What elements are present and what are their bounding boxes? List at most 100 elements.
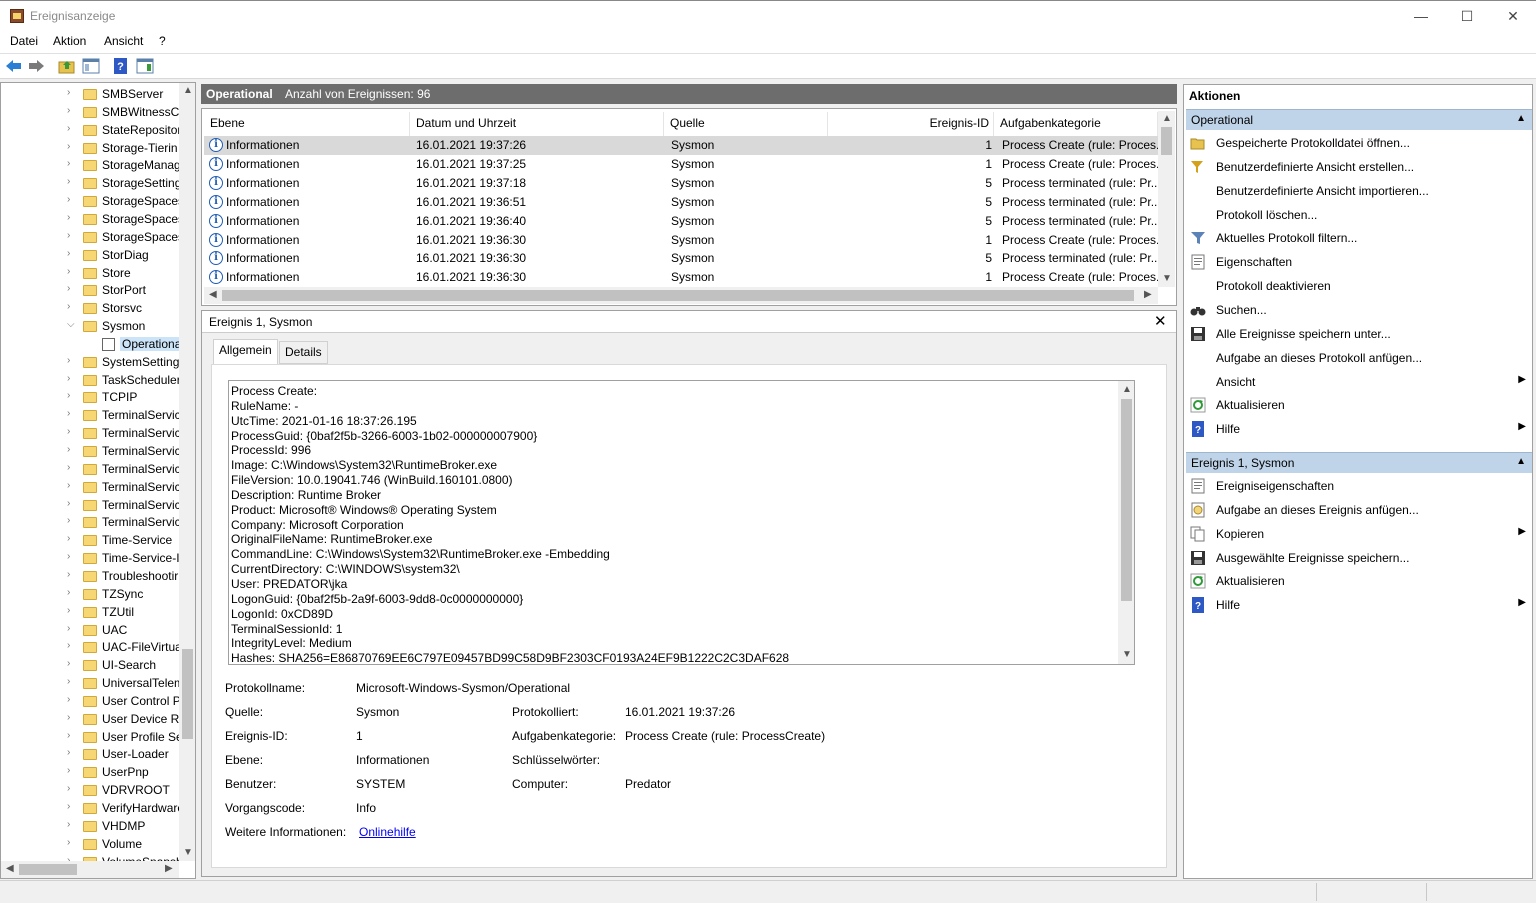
tree-item[interactable]: › UserPnp [1, 763, 179, 781]
chevron-right-icon[interactable]: › [67, 783, 75, 794]
chevron-right-icon[interactable]: › [67, 408, 75, 419]
chevron-right-icon[interactable]: › [67, 605, 75, 616]
event-row[interactable]: i Informationen 16.01.2021 19:37:26 Sysmon 1… [204, 136, 1158, 155]
menu-help[interactable]: ? [159, 34, 166, 48]
tree-item[interactable]: › SystemSetting [1, 353, 179, 371]
chevron-right-icon[interactable]: › [67, 194, 75, 205]
events-table[interactable]: Ebene Datum und Uhrzeit Quelle Ereignis-… [201, 108, 1177, 306]
chevron-right-icon[interactable]: › [67, 515, 75, 526]
scroll-thumb[interactable] [1161, 127, 1172, 155]
chevron-right-icon[interactable]: › [67, 462, 75, 473]
tree-item[interactable]: › TerminalServic [1, 513, 179, 531]
event-row[interactable]: i Informationen 16.01.2021 19:36:30 Sysmon 1… [204, 231, 1158, 250]
scroll-thumb[interactable] [19, 864, 77, 875]
chevron-right-icon[interactable]: › [67, 158, 75, 169]
chevron-right-icon[interactable]: › [67, 819, 75, 830]
scroll-down-icon[interactable]: ▼ [183, 847, 193, 858]
action-item[interactable]: Aufgabe an dieses Protokoll anfügen... [1186, 347, 1532, 369]
chevron-right-icon[interactable]: › [67, 176, 75, 187]
column-header-source[interactable]: Quelle [664, 112, 828, 136]
action-item[interactable]: Suchen... [1186, 299, 1532, 321]
collapse-icon[interactable]: ▲ [1516, 113, 1526, 124]
scroll-thumb[interactable] [182, 649, 193, 739]
tree-item[interactable]: › SMBWitnessCl [1, 103, 179, 121]
column-header-date[interactable]: Datum und Uhrzeit [410, 112, 664, 136]
tree-item[interactable]: › StorageSetting [1, 174, 179, 192]
event-row[interactable]: i Informationen 16.01.2021 19:37:18 Sysmon 5… [204, 174, 1158, 193]
chevron-right-icon[interactable]: › [67, 551, 75, 562]
chevron-right-icon[interactable]: › [67, 533, 75, 544]
menu-datei[interactable]: Datei [10, 34, 38, 48]
navigation-tree[interactable]: › SMBServer › SMBWitnessCl › StateRepositor › S… [0, 82, 196, 879]
tree-item[interactable]: › VerifyHardware [1, 799, 179, 817]
tree-item[interactable]: › User Profile Se [1, 728, 179, 746]
actions-section-operational[interactable]: Operational ▲ [1186, 109, 1532, 130]
tree-item[interactable]: › Storage-Tierin [1, 139, 179, 157]
action-item[interactable]: ? Hilfe ▶ [1186, 594, 1532, 616]
chevron-right-icon[interactable]: › [67, 640, 75, 651]
chevron-right-icon[interactable]: › [67, 87, 75, 98]
chevron-right-icon[interactable]: › [67, 694, 75, 705]
tree-item[interactable]: › User-Loader [1, 745, 179, 763]
tree-item[interactable]: › TerminalServic [1, 478, 179, 496]
scroll-thumb[interactable] [1121, 399, 1132, 601]
chevron-right-icon[interactable]: › [67, 765, 75, 776]
chevron-right-icon[interactable]: › [67, 283, 75, 294]
chevron-right-icon[interactable]: › [67, 730, 75, 741]
tree-item[interactable]: › UI-Search [1, 656, 179, 674]
minimize-button[interactable]: — [1398, 1, 1444, 31]
chevron-right-icon[interactable]: › [67, 426, 75, 437]
action-item[interactable]: Protokoll deaktivieren [1186, 275, 1532, 297]
column-header-level[interactable]: Ebene [204, 112, 410, 136]
tree-item[interactable]: › StorPort [1, 281, 179, 299]
tab-details[interactable]: Details [279, 341, 328, 364]
action-item[interactable]: Alle Ereignisse speichern unter... [1186, 323, 1532, 345]
close-button[interactable]: ✕ [1490, 1, 1536, 31]
chevron-right-icon[interactable]: › [67, 658, 75, 669]
chevron-right-icon[interactable]: › [67, 569, 75, 580]
tree-item[interactable]: › UAC-FileVirtua [1, 638, 179, 656]
chevron-right-icon[interactable]: › [67, 444, 75, 455]
tree-item[interactable]: Operational [1, 335, 179, 353]
chevron-right-icon[interactable]: › [67, 212, 75, 223]
chevron-right-icon[interactable]: › [67, 301, 75, 312]
chevron-right-icon[interactable]: › [67, 355, 75, 366]
action-item[interactable]: Aktuelles Protokoll filtern... [1186, 227, 1532, 249]
scroll-left-icon[interactable]: ◀ [209, 289, 217, 300]
action-item[interactable]: Benutzerdefinierte Ansicht importieren..… [1186, 180, 1532, 202]
tree-item[interactable]: › TerminalServic [1, 424, 179, 442]
scroll-down-icon[interactable]: ▼ [1162, 273, 1172, 284]
tree-item[interactable]: › TerminalServic [1, 442, 179, 460]
menu-ansicht[interactable]: Ansicht [104, 34, 143, 48]
show-hide-tree-icon[interactable] [82, 58, 100, 74]
chevron-down-icon[interactable]: ⌵ [67, 319, 75, 330]
events-horizontal-scrollbar[interactable]: ◀ ▶ [204, 287, 1158, 304]
action-item[interactable]: Aktualisieren [1186, 570, 1532, 592]
tree-item[interactable]: › StorageSpaces [1, 192, 179, 210]
action-item[interactable]: Aufgabe an dieses Ereignis anfügen... [1186, 499, 1532, 521]
tree-item[interactable]: › StorageSpaces [1, 210, 179, 228]
chevron-right-icon[interactable]: › [67, 480, 75, 491]
chevron-right-icon[interactable]: › [67, 676, 75, 687]
tree-item[interactable]: › TerminalServic [1, 496, 179, 514]
tree-item[interactable]: › UAC [1, 621, 179, 639]
chevron-right-icon[interactable]: › [67, 837, 75, 848]
event-row[interactable]: i Informationen 16.01.2021 19:36:30 Sysmon 5… [204, 249, 1158, 268]
forward-icon[interactable] [27, 58, 45, 74]
show-action-pane-icon[interactable] [136, 58, 154, 74]
tree-item[interactable]: › StorageManag [1, 156, 179, 174]
chevron-right-icon[interactable]: › [67, 373, 75, 384]
chevron-right-icon[interactable]: › [67, 498, 75, 509]
collapse-icon[interactable]: ▲ [1516, 456, 1526, 467]
tree-item[interactable]: › VHDMP [1, 817, 179, 835]
online-help-link[interactable]: Onlinehilfe [359, 825, 416, 839]
scroll-right-icon[interactable]: ▶ [1144, 289, 1152, 300]
chevron-right-icon[interactable]: › [67, 712, 75, 723]
action-item[interactable]: Kopieren ▶ [1186, 523, 1532, 545]
tree-item[interactable]: › StateRepositor [1, 121, 179, 139]
tree-item[interactable]: › UniversalTelem [1, 674, 179, 692]
scroll-thumb[interactable] [222, 290, 1134, 301]
action-item[interactable]: Gespeicherte Protokolldatei öffnen... [1186, 132, 1532, 154]
chevron-right-icon[interactable]: › [67, 390, 75, 401]
event-row[interactable]: i Informationen 16.01.2021 19:36:51 Sysmon 5… [204, 193, 1158, 212]
